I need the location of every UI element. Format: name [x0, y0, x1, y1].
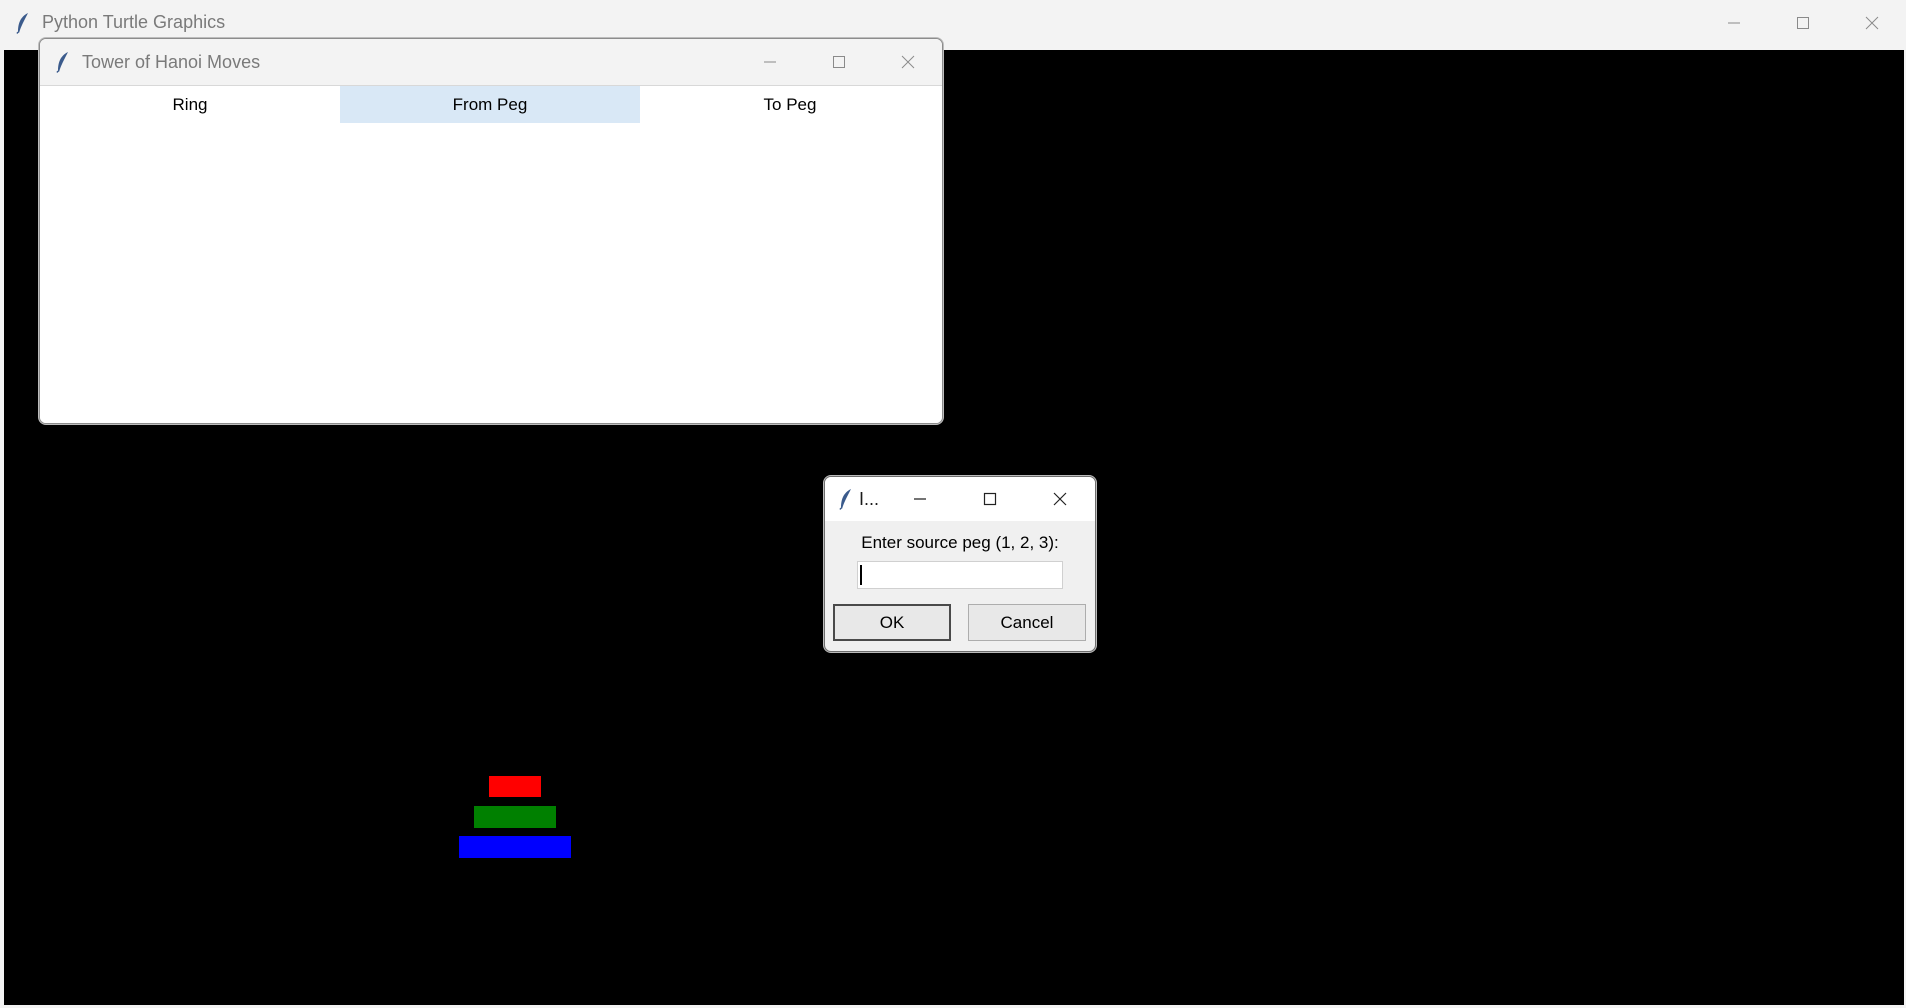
- dialog-prompt: Enter source peg (1, 2, 3):: [861, 533, 1059, 552]
- moves-table-header: Ring From Peg To Peg: [40, 86, 942, 123]
- close-icon: [1053, 492, 1067, 506]
- moves-table-body[interactable]: [40, 123, 942, 423]
- minimize-button[interactable]: [735, 39, 804, 85]
- close-icon: [1865, 16, 1878, 29]
- close-icon: [901, 55, 914, 69]
- ring-red: [488, 775, 542, 798]
- source-peg-input[interactable]: [857, 561, 1063, 589]
- close-button[interactable]: [1025, 477, 1095, 521]
- minimize-button[interactable]: [885, 477, 955, 521]
- minimize-icon: [763, 61, 776, 63]
- main-window-title: Python Turtle Graphics: [42, 12, 226, 32]
- maximize-button[interactable]: [955, 477, 1025, 521]
- ring-green: [473, 805, 557, 829]
- column-header-from-peg[interactable]: From Peg: [340, 86, 640, 123]
- close-button[interactable]: [873, 39, 942, 85]
- close-button[interactable]: [1837, 0, 1906, 45]
- minimize-icon: [914, 498, 926, 500]
- feather-icon: [16, 12, 30, 34]
- minimize-button[interactable]: [1699, 0, 1768, 45]
- maximize-icon: [832, 56, 845, 68]
- feather-icon: [56, 51, 70, 73]
- feather-icon: [839, 488, 853, 510]
- input-dialog: I... Enter source peg (1, 2, 3): OK Canc…: [824, 476, 1096, 652]
- text-caret: [860, 565, 862, 585]
- maximize-icon: [1796, 16, 1809, 29]
- hanoi-moves-window: Tower of Hanoi Moves Ring From Peg To Pe…: [39, 38, 943, 424]
- minimize-icon: [1727, 22, 1740, 23]
- moves-titlebar[interactable]: Tower of Hanoi Moves: [40, 39, 942, 86]
- moves-window-title: Tower of Hanoi Moves: [82, 51, 261, 72]
- maximize-button[interactable]: [1768, 0, 1837, 45]
- column-header-ring[interactable]: Ring: [40, 86, 340, 123]
- column-header-to-peg[interactable]: To Peg: [640, 86, 940, 123]
- ring-blue: [458, 835, 572, 859]
- ok-button[interactable]: OK: [833, 604, 951, 641]
- dialog-title: I...: [859, 488, 880, 509]
- cancel-button[interactable]: Cancel: [968, 604, 1086, 641]
- maximize-button[interactable]: [804, 39, 873, 85]
- maximize-icon: [983, 492, 997, 506]
- dialog-titlebar[interactable]: I...: [825, 477, 1095, 521]
